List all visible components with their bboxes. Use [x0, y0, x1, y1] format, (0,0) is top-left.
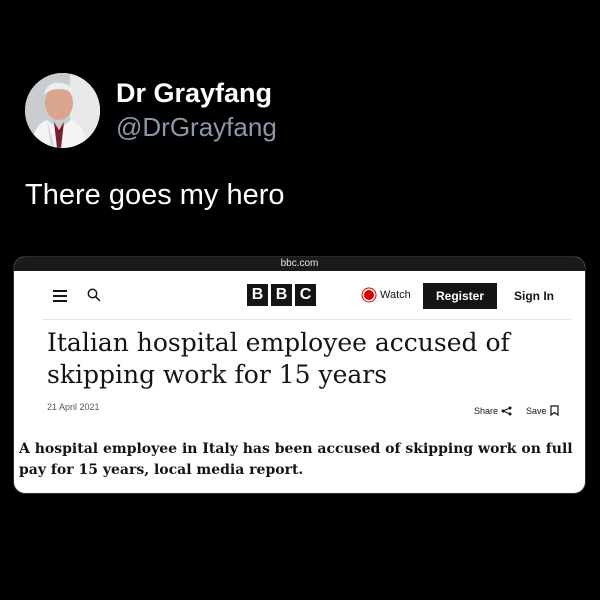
- article-summary: A hospital employee in Italy has been ac…: [19, 441, 573, 478]
- sign-in-link[interactable]: Sign In: [514, 289, 554, 303]
- article-date: 21 April 2021: [47, 402, 100, 412]
- tweet-header: Dr Grayfang @DrGrayfang: [25, 72, 277, 148]
- share-label: Share: [474, 405, 499, 416]
- tweet-author: Dr Grayfang @DrGrayfang: [116, 77, 277, 143]
- display-name[interactable]: Dr Grayfang: [116, 77, 277, 109]
- tweet-text: There goes my hero: [25, 179, 285, 211]
- share-icon: [501, 406, 512, 415]
- share-button[interactable]: Share: [474, 405, 512, 416]
- live-dot-icon: [364, 290, 374, 300]
- article-actions: Share Save: [474, 405, 559, 416]
- register-button[interactable]: Register: [423, 283, 497, 309]
- user-handle[interactable]: @DrGrayfang: [116, 111, 277, 143]
- bbc-logo-letter: B: [247, 284, 268, 306]
- bbc-logo-letter: C: [295, 284, 316, 306]
- bbc-logo-letter: B: [271, 284, 292, 306]
- url-bar: bbc.com: [14, 257, 585, 271]
- bbc-logo[interactable]: B B C: [247, 284, 316, 306]
- avatar[interactable]: [25, 72, 100, 148]
- bookmark-icon: [549, 405, 559, 416]
- watch-label: Watch: [380, 289, 411, 301]
- save-label: Save: [526, 405, 547, 416]
- article-headline: Italian hospital employee accused of ski…: [47, 328, 510, 389]
- article-screenshot: bbc.com B B C Watch Register Sign In Ita…: [13, 256, 586, 494]
- menu-icon[interactable]: [53, 290, 67, 302]
- save-button[interactable]: Save: [526, 405, 559, 416]
- nav-divider: [42, 319, 571, 320]
- avatar-image: [25, 72, 100, 148]
- search-icon[interactable]: [87, 288, 101, 302]
- watch-link[interactable]: Watch: [364, 289, 411, 301]
